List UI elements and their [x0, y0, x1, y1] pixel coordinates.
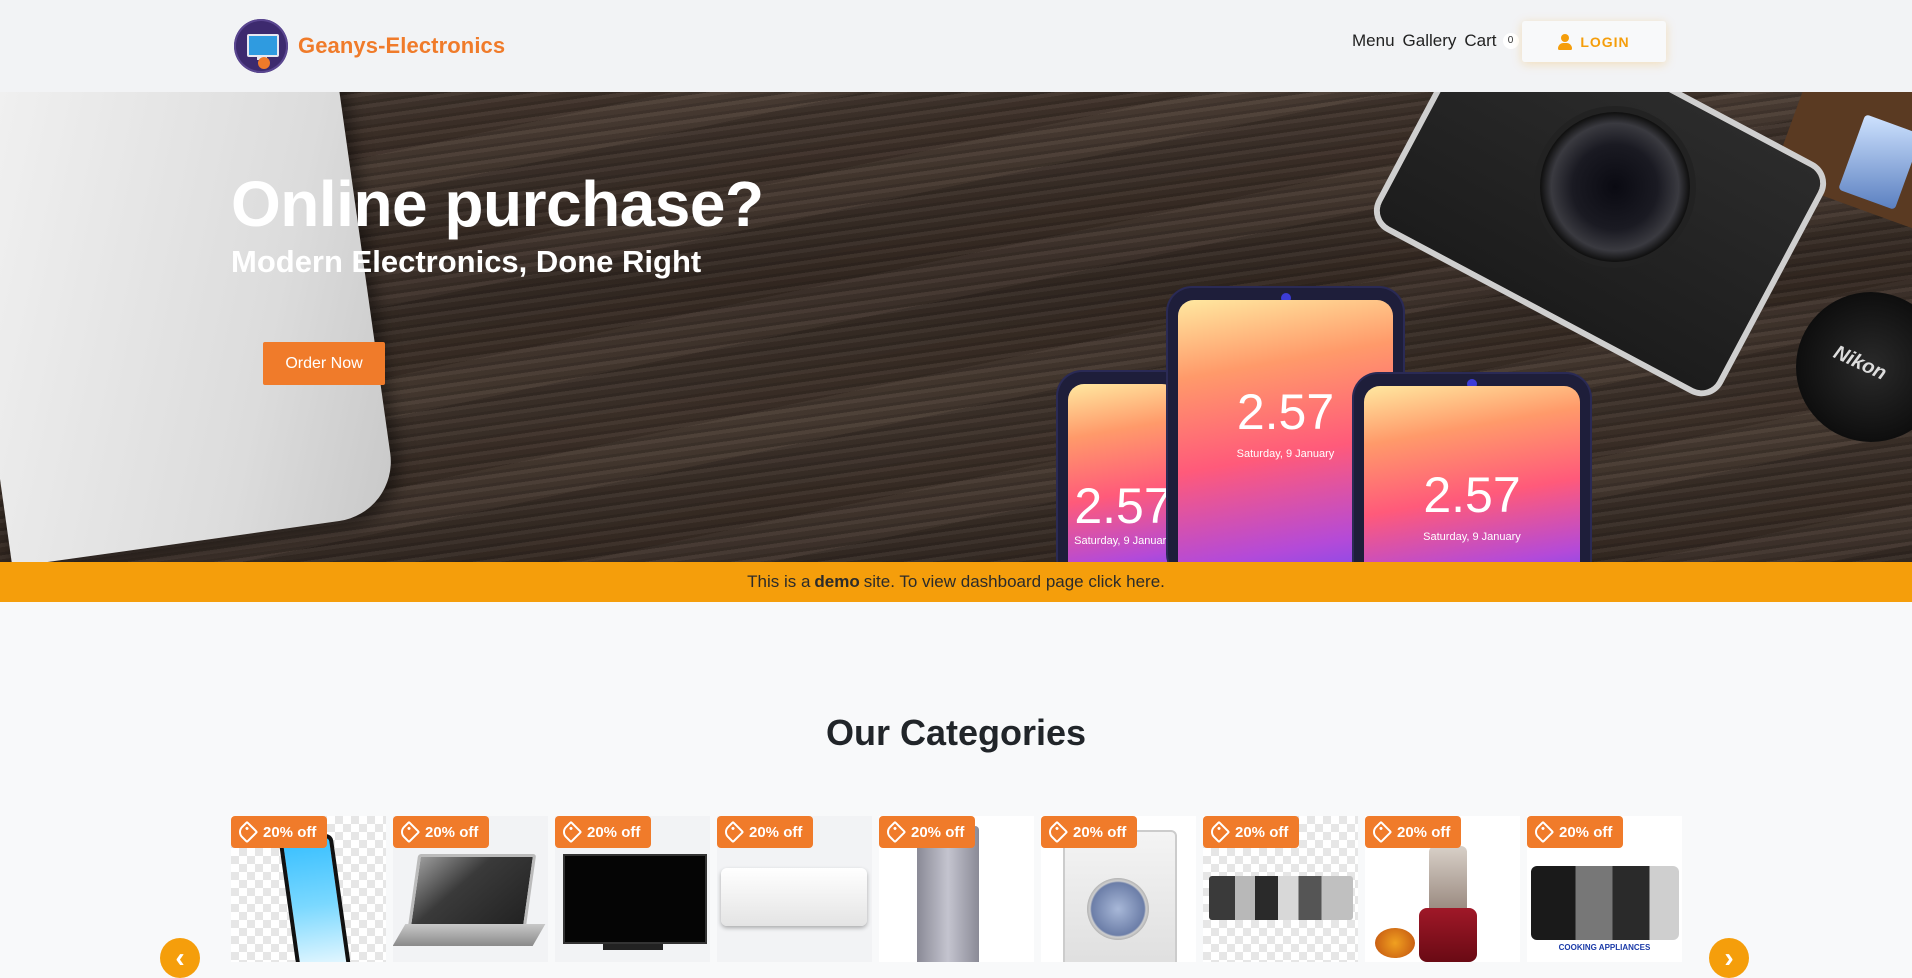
category-card-television[interactable]: 20% off [555, 816, 710, 962]
brand-name: Geanys-Electronics [298, 33, 506, 58]
nav-links: Menu Gallery Cart 0 [1352, 31, 1527, 51]
login-label: LOGIN [1580, 33, 1630, 50]
hero-subtitle: Modern Electronics, Done Right [231, 244, 702, 279]
air-conditioner-image [721, 868, 867, 926]
cart-count-badge: 0 [1502, 33, 1519, 49]
category-card-washing-machine[interactable]: 20% off [1041, 816, 1196, 962]
demo-notice-bar[interactable]: This is a demo site. To view dashboard p… [0, 562, 1912, 602]
tag-icon [1369, 820, 1393, 844]
tag-icon [721, 820, 745, 844]
category-card-mixer-grinder[interactable]: 20% off [1365, 816, 1520, 962]
order-now-button[interactable]: Order Now [263, 342, 385, 385]
discount-badge: 20% off [1041, 816, 1138, 848]
category-card-home-appliances[interactable]: 20% off [1203, 816, 1358, 962]
brand-logo-icon [234, 19, 288, 73]
user-icon [1558, 33, 1573, 50]
category-card-refrigerator[interactable]: 20% off [879, 816, 1034, 962]
chevron-left-icon: ‹ [175, 942, 185, 973]
discount-badge: 20% off [231, 816, 328, 848]
category-card-laptop[interactable]: 20% off [393, 816, 548, 962]
tag-icon [1531, 820, 1555, 844]
demo-suffix: site. To view dashboard page click here. [863, 572, 1165, 591]
laptop-image [0, 92, 399, 562]
home-appliances-image [1209, 876, 1353, 920]
mixer-grinder-image [1429, 846, 1467, 910]
chevron-right-icon: › [1724, 942, 1734, 973]
washing-machine-door-image [1087, 878, 1149, 940]
discount-badge: 20% off [1203, 816, 1300, 848]
discount-badge: 20% off [393, 816, 490, 848]
discount-badge: 20% off [555, 816, 652, 848]
carousel-next-button[interactable]: › [1709, 938, 1749, 978]
phone-image-right: 2.57 Saturday, 9 January [1354, 374, 1590, 562]
television-image [563, 854, 707, 944]
category-card-cooking-appliances[interactable]: 20% off COOKING APPLIANCES [1527, 816, 1682, 962]
hero-banner: Nikon 2.57 Saturday, 9 January 2.57 Satu… [0, 92, 1912, 562]
nav-cart-link[interactable]: Cart [1464, 31, 1496, 51]
demo-prefix: This is a [747, 572, 811, 591]
category-card-air-conditioner[interactable]: 20% off [717, 816, 872, 962]
tag-icon [1045, 820, 1069, 844]
tag-icon [397, 820, 421, 844]
demo-bold: demo [814, 572, 860, 591]
laptop-image [407, 854, 537, 928]
tag-icon [559, 820, 583, 844]
navbar: Geanys-Electronics Menu Gallery Cart 0 L… [0, 0, 1912, 92]
cooking-appliances-caption: COOKING APPLIANCES [1558, 943, 1651, 952]
cooking-appliances-image [1531, 866, 1679, 940]
categories-title: Our Categories [825, 712, 1087, 753]
carousel-prev-button[interactable]: ‹ [160, 938, 200, 978]
mixer-base-image [1419, 908, 1477, 962]
tv-stand-image [603, 944, 663, 950]
discount-badge: 20% off [1527, 816, 1624, 848]
nav-menu-link[interactable]: Menu [1352, 31, 1395, 51]
discount-badge: 20% off [1365, 816, 1462, 848]
hero-title: Online purchase? [231, 168, 764, 240]
discount-badge: 20% off [717, 816, 814, 848]
brand-link[interactable]: Geanys-Electronics [234, 19, 505, 73]
camera-lens-image [1540, 112, 1690, 262]
tag-icon [235, 820, 259, 844]
login-button[interactable]: LOGIN [1522, 21, 1666, 62]
smartphone-image [278, 832, 352, 962]
nav-gallery-link[interactable]: Gallery [1403, 31, 1457, 51]
lens-cap-image: Nikon [1796, 292, 1912, 442]
laptop-keyboard-image [393, 924, 546, 946]
tag-icon [1207, 820, 1231, 844]
tag-icon [883, 820, 907, 844]
spices-image [1375, 928, 1415, 958]
category-card-smartphone[interactable]: 20% off [231, 816, 386, 962]
discount-badge: 20% off [879, 816, 976, 848]
